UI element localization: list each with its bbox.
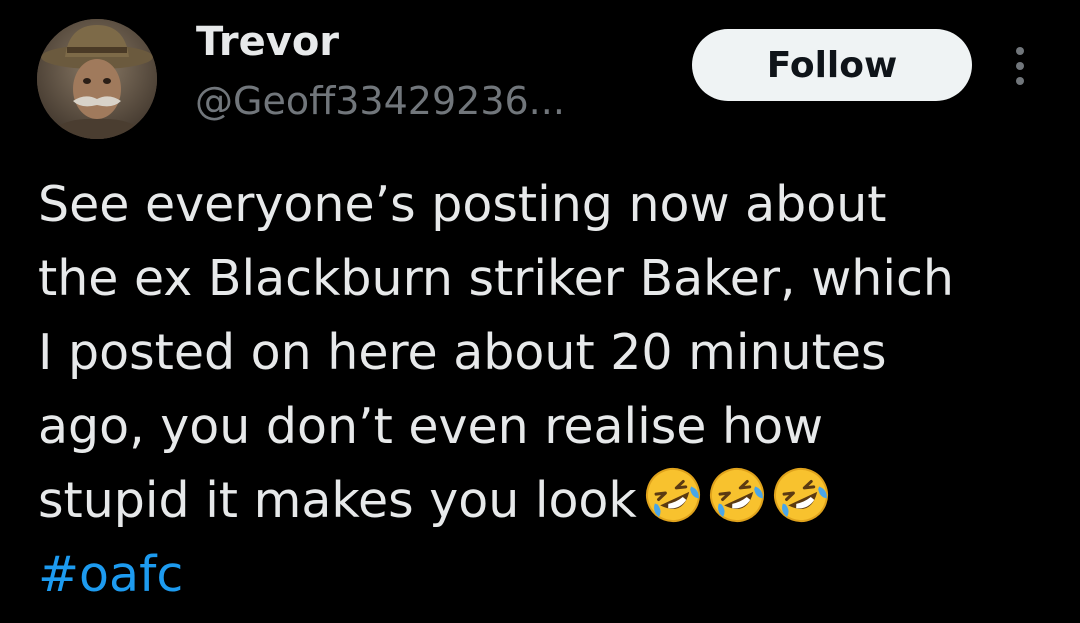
author-handle[interactable]: @Geoff33429236... [195, 76, 565, 126]
follow-button[interactable]: Follow [692, 29, 972, 101]
rolling-on-floor-laughing-emoji-icon [645, 468, 700, 522]
emoji-group [643, 465, 831, 525]
tweet-line: See everyone’s posting now about [38, 176, 887, 233]
more-dot [1016, 62, 1024, 70]
tweet-line: ago, you don’t even realise how [38, 398, 824, 455]
avatar-image [37, 19, 157, 139]
more-dot [1016, 47, 1024, 55]
tweet-line: stupid it makes you look [38, 472, 637, 529]
rolling-on-floor-laughing-emoji-icon [709, 468, 764, 522]
avatar[interactable] [37, 19, 157, 139]
tweet-line: I posted on here about 20 minutes [38, 324, 887, 381]
more-vertical-icon[interactable] [1004, 40, 1036, 92]
more-dot [1016, 77, 1024, 85]
tweet-line: the ex Blackburn striker Baker, which [38, 250, 954, 307]
hashtag-link[interactable]: #oafc [38, 538, 1068, 612]
tweet-text: See everyone’s posting now about the ex … [38, 168, 1068, 612]
author-display-name[interactable]: Trevor [196, 16, 339, 68]
rolling-on-floor-laughing-emoji-icon [773, 468, 828, 522]
tweet-line-with-emoji: stupid it makes you look [38, 464, 1068, 538]
